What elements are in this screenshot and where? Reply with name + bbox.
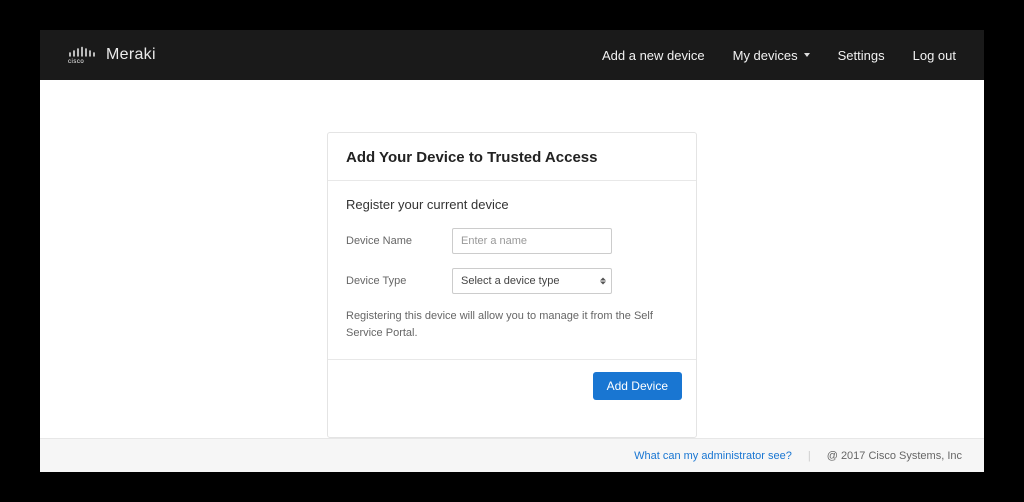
panel-footer: Add Device <box>328 360 696 412</box>
footer-copyright: @ 2017 Cisco Systems, Inc <box>827 450 962 462</box>
device-name-input[interactable] <box>452 228 612 254</box>
main-content: Add Your Device to Trusted Access Regist… <box>40 80 984 438</box>
footer-separator: | <box>808 450 811 462</box>
device-type-select[interactable]: Select a device type <box>452 268 612 294</box>
device-type-row: Device Type Select a device type <box>346 268 678 294</box>
device-type-label: Device Type <box>346 275 438 287</box>
panel-title: Add Your Device to Trusted Access <box>346 149 678 166</box>
page-footer: What can my administrator see? | @ 2017 … <box>40 438 984 472</box>
chevron-down-icon <box>804 53 810 57</box>
brand-meraki-text: Meraki <box>106 46 156 64</box>
nav-settings-label: Settings <box>838 48 885 63</box>
device-name-label: Device Name <box>346 235 438 247</box>
admin-see-link[interactable]: What can my administrator see? <box>634 450 792 462</box>
cisco-wordmark: cisco <box>68 59 84 64</box>
panel-subtitle: Register your current device <box>346 197 678 212</box>
device-name-row: Device Name <box>346 228 678 254</box>
nav-links: Add a new device My devices Settings Log… <box>602 48 956 63</box>
nav-logout[interactable]: Log out <box>913 48 956 63</box>
nav-settings[interactable]: Settings <box>838 48 885 63</box>
panel-header: Add Your Device to Trusted Access <box>328 133 696 181</box>
brand-logo[interactable]: cisco Meraki <box>68 46 156 64</box>
cisco-bridge-icon: cisco <box>68 46 98 64</box>
register-hint: Registering this device will allow you t… <box>346 308 678 341</box>
device-type-select-wrap: Select a device type <box>452 268 612 294</box>
nav-logout-label: Log out <box>913 48 956 63</box>
nav-add-device[interactable]: Add a new device <box>602 48 705 63</box>
nav-add-device-label: Add a new device <box>602 48 705 63</box>
app-frame: cisco Meraki Add a new device My devices… <box>40 30 984 472</box>
add-device-panel: Add Your Device to Trusted Access Regist… <box>327 132 697 438</box>
top-navbar: cisco Meraki Add a new device My devices… <box>40 30 984 80</box>
add-device-button[interactable]: Add Device <box>593 372 682 400</box>
nav-my-devices[interactable]: My devices <box>733 48 810 63</box>
nav-my-devices-label: My devices <box>733 48 798 63</box>
panel-body: Register your current device Device Name… <box>328 181 696 360</box>
